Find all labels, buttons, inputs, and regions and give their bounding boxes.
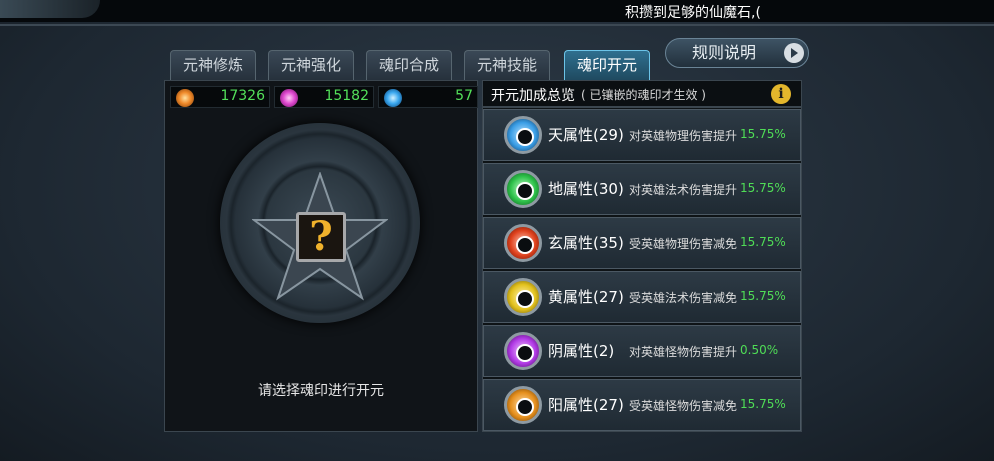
rules-button[interactable]: 规则说明 — [665, 38, 809, 68]
pink-swirl-icon — [280, 89, 298, 107]
attribute-percent: 15.75% — [740, 181, 786, 195]
top-bar: 积攒到足够的仙魔石,( — [0, 0, 994, 22]
rules-button-label: 规则说明 — [692, 43, 757, 62]
attribute-percent: 15.75% — [740, 235, 786, 249]
attribute-name: 黄属性(27) — [548, 288, 624, 306]
orange-swirl-icon — [176, 89, 194, 107]
marquee-text: 积攒到足够的仙魔石,( — [625, 5, 761, 21]
frame-line — [0, 24, 994, 26]
currency-value: 17326 — [220, 88, 265, 104]
attribute-row-yang: 阳属性(27) 受英雄怪物伤害减免 15.75% — [483, 379, 801, 431]
blue-orb-icon — [504, 116, 542, 154]
attribute-percent: 15.75% — [740, 127, 786, 141]
tab-soulmark-combine[interactable]: 魂印合成 — [366, 50, 452, 80]
overview-header: 开元加成总览 ( 已镶嵌的魂印才生效 ) i — [482, 80, 802, 107]
currency-orange: 17326 — [170, 86, 270, 108]
tab-yuanshen-skills[interactable]: 元神技能 — [464, 50, 550, 80]
attribute-name: 阳属性(27) — [548, 396, 624, 414]
purple-orb-icon — [504, 332, 542, 370]
currency-value: 57 — [455, 88, 473, 104]
attribute-name: 地属性(30) — [548, 180, 624, 198]
currency-value: 15182 — [324, 88, 369, 104]
overview-title: 开元加成总览 — [491, 88, 575, 104]
attribute-percent: 0.50% — [740, 343, 779, 357]
attribute-name: 阴属性(2) — [548, 342, 615, 360]
attribute-row-di: 地属性(30) 对英雄法术伤害提升 15.75% — [483, 163, 801, 215]
info-icon[interactable]: i — [771, 84, 791, 104]
attribute-row-tian: 天属性(29) 对英雄物理伤害提升 15.75% — [483, 109, 801, 161]
attribute-desc: 对英雄怪物伤害提升 — [629, 345, 738, 359]
yellow-orb-icon — [504, 278, 542, 316]
overview-subtitle: ( 已镶嵌的魂印才生效 ) — [581, 88, 706, 102]
attribute-desc: 对英雄法术伤害提升 — [629, 183, 738, 197]
attribute-desc: 受英雄物理伤害减免 — [629, 237, 738, 251]
corner-ornament — [0, 0, 100, 18]
green-orb-icon — [504, 170, 542, 208]
attribute-percent: 15.75% — [740, 397, 786, 411]
attribute-name: 玄属性(35) — [548, 234, 624, 252]
tab-soulmark-open[interactable]: 魂印开元 — [564, 50, 650, 80]
orange-orb-icon — [504, 386, 542, 424]
attribute-desc: 受英雄怪物伤害减免 — [629, 399, 738, 413]
select-hint-text: 请选择魂印进行开元 — [258, 383, 384, 399]
currency-pink: 15182 — [274, 86, 374, 108]
attribute-name: 天属性(29) — [548, 126, 624, 144]
attribute-desc: 受英雄法术伤害减免 — [629, 291, 738, 305]
tab-yuanshen-training[interactable]: 元神修炼 — [170, 50, 256, 80]
attribute-row-huang: 黄属性(27) 受英雄法术伤害减免 15.75% — [483, 271, 801, 323]
currency-blue: 57 — [378, 86, 478, 108]
attribute-desc: 对英雄物理伤害提升 — [629, 129, 738, 143]
play-arrow-icon — [784, 43, 804, 63]
red-orb-icon — [504, 224, 542, 262]
soulmark-slot[interactable]: ? — [296, 212, 346, 262]
attribute-row-xuan: 玄属性(35) 受英雄物理伤害减免 15.75% — [483, 217, 801, 269]
tab-yuanshen-enhance[interactable]: 元神强化 — [268, 50, 354, 80]
attribute-percent: 15.75% — [740, 289, 786, 303]
blue-swirl-icon — [384, 89, 402, 107]
attribute-row-yin: 阴属性(2) 对英雄怪物伤害提升 0.50% — [483, 325, 801, 377]
